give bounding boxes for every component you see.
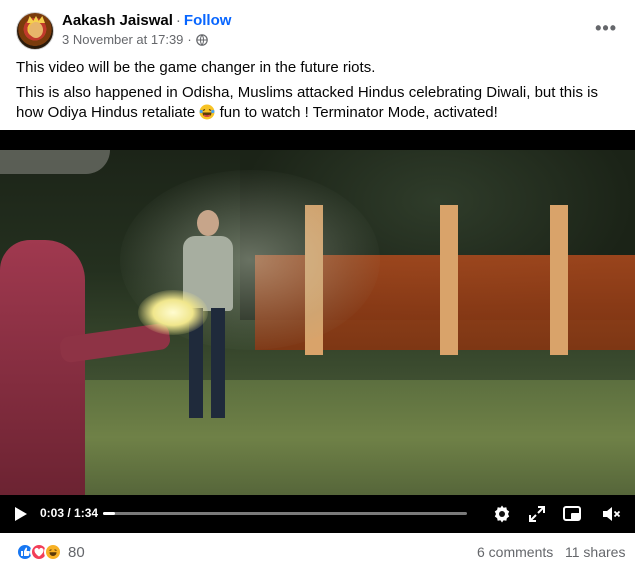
current-time: 0:03 bbox=[40, 506, 65, 520]
more-options-button[interactable]: ••• bbox=[595, 18, 617, 39]
foreground-hat bbox=[0, 150, 110, 174]
pip-icon[interactable] bbox=[562, 504, 582, 524]
video-controls-bar: 0:03 / 1:34 bbox=[0, 495, 635, 533]
comments-count-link[interactable]: 6 comments bbox=[477, 544, 553, 560]
globe-icon bbox=[195, 33, 208, 46]
time-separator: / bbox=[64, 506, 75, 520]
video-time: 0:03 / 1:34 bbox=[40, 506, 98, 520]
meta-separator: · bbox=[187, 32, 192, 47]
video-progress-fill bbox=[103, 512, 115, 515]
shares-count-link[interactable]: 11 shares bbox=[565, 544, 625, 560]
ground bbox=[0, 380, 635, 495]
laughing-crying-emoji-icon bbox=[199, 104, 215, 120]
haha-reaction-icon bbox=[44, 543, 62, 561]
video-duration: 1:34 bbox=[74, 506, 99, 520]
post-meta: 3 November at 17:39 · bbox=[62, 32, 208, 47]
expand-icon[interactable] bbox=[527, 504, 547, 524]
person-leg bbox=[211, 308, 225, 418]
foreground-person bbox=[0, 240, 85, 495]
author-avatar[interactable] bbox=[16, 12, 54, 50]
person-head bbox=[197, 210, 219, 236]
video-progress-bar[interactable] bbox=[103, 512, 467, 515]
reactions-summary[interactable]: 80 bbox=[16, 543, 85, 561]
avatar-face-shape bbox=[29, 22, 43, 38]
firework-flash bbox=[138, 290, 208, 335]
name-separator: · bbox=[175, 12, 181, 29]
author-name[interactable]: Aakash Jaiswal bbox=[62, 12, 173, 29]
wall-pillar bbox=[550, 205, 568, 355]
post-text-part-2: fun to watch ! Terminator Mode, activate… bbox=[219, 104, 498, 121]
volume-muted-icon[interactable] bbox=[601, 504, 621, 524]
video-frame[interactable] bbox=[0, 150, 635, 495]
post-text-line-1: This video will be the game changer in t… bbox=[16, 59, 376, 76]
standing-person bbox=[175, 210, 235, 418]
post-timestamp[interactable]: 3 November at 17:39 bbox=[62, 32, 183, 47]
follow-button[interactable]: Follow bbox=[184, 12, 232, 29]
post-header-name-row: Aakash Jaiswal · Follow bbox=[62, 12, 231, 29]
reaction-count: 80 bbox=[68, 543, 85, 561]
facebook-post: Aakash Jaiswal · Follow 3 November at 17:3… bbox=[0, 0, 635, 570]
video-player[interactable]: 0:03 / 1:34 bbox=[0, 130, 635, 533]
play-icon[interactable] bbox=[14, 506, 28, 522]
post-text-line-2: This is also happened in Odisha, Muslims… bbox=[16, 83, 616, 123]
wall-pillar bbox=[440, 205, 458, 355]
settings-icon[interactable] bbox=[492, 504, 512, 524]
